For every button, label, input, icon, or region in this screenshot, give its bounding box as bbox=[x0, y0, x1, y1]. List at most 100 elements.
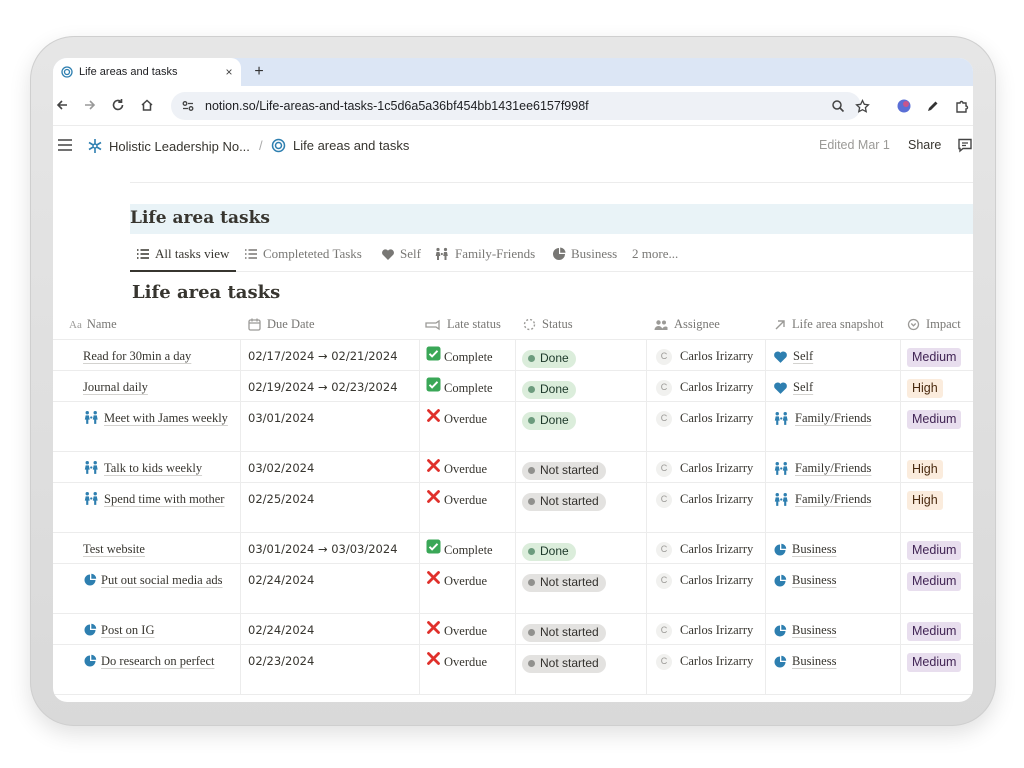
column-header-assignee[interactable]: Assignee bbox=[654, 317, 720, 332]
assignee-cell[interactable]: C Carlos Irizarry bbox=[656, 346, 753, 367]
assignee-cell[interactable]: C Carlos Irizarry bbox=[656, 539, 753, 560]
status-cell[interactable]: Done bbox=[522, 379, 576, 400]
close-icon[interactable]: × bbox=[221, 65, 237, 79]
table-row[interactable]: Talk to kids weekly 03/02/2024 Overdue Not … bbox=[53, 452, 973, 483]
profile-extension-icon[interactable] bbox=[895, 97, 913, 115]
status-badge[interactable]: Not started bbox=[522, 461, 606, 480]
tab-life-areas[interactable]: Life areas and tasks × bbox=[53, 58, 241, 86]
breadcrumb-parent[interactable]: Holistic Leadership No... bbox=[87, 138, 250, 154]
tab-completed-tasks[interactable]: Completeted Tasks bbox=[244, 246, 362, 262]
impact-cell[interactable]: Medium bbox=[907, 347, 962, 368]
column-header-life-area[interactable]: Life area snapshot bbox=[774, 317, 884, 332]
due-date-cell[interactable]: 02/17/2024 → 02/21/2024 bbox=[248, 346, 398, 367]
tab-business[interactable]: Business bbox=[552, 246, 617, 262]
task-name-cell[interactable]: Test website bbox=[83, 539, 243, 560]
table-row[interactable]: Post on IG 02/24/2024 Overdue Not started C C… bbox=[53, 614, 973, 645]
table-row[interactable]: Meet with James weekly 03/01/2024 Overdue D… bbox=[53, 402, 973, 452]
status-cell[interactable]: Not started bbox=[522, 622, 606, 643]
home-icon[interactable] bbox=[138, 96, 156, 114]
impact-cell[interactable]: High bbox=[907, 459, 943, 480]
task-name-cell[interactable]: Do research on perfect bbox=[83, 651, 243, 675]
impact-cell[interactable]: Medium bbox=[907, 621, 962, 642]
tab-self[interactable]: Self bbox=[381, 246, 421, 262]
column-header-impact[interactable]: Impact bbox=[907, 317, 961, 332]
back-arrow-icon[interactable] bbox=[53, 96, 71, 114]
pen-icon[interactable] bbox=[923, 97, 941, 115]
task-name-cell[interactable]: Spend time with mother bbox=[83, 489, 243, 513]
comment-icon[interactable] bbox=[957, 137, 973, 158]
share-button[interactable]: Share bbox=[908, 138, 941, 152]
life-area-cell[interactable]: Business bbox=[773, 539, 836, 560]
breadcrumb-current[interactable]: Life areas and tasks bbox=[271, 138, 409, 153]
edited-timestamp[interactable]: Edited Mar 1 bbox=[819, 138, 890, 152]
due-date-cell[interactable]: 02/19/2024 → 02/23/2024 bbox=[248, 377, 398, 398]
due-date-cell[interactable]: 02/23/2024 bbox=[248, 651, 314, 672]
tab-all-tasks-view[interactable]: All tasks view bbox=[136, 246, 229, 262]
impact-cell[interactable]: High bbox=[907, 490, 943, 511]
status-badge[interactable]: Done bbox=[522, 542, 576, 561]
column-header-late-status[interactable]: Late status bbox=[425, 317, 501, 332]
assignee-cell[interactable]: C Carlos Irizarry bbox=[656, 458, 753, 479]
status-cell[interactable]: Not started bbox=[522, 491, 606, 512]
task-name-cell[interactable]: Post on IG bbox=[83, 620, 243, 644]
zoom-icon[interactable] bbox=[829, 97, 847, 115]
status-cell[interactable]: Done bbox=[522, 410, 576, 431]
status-cell[interactable]: Not started bbox=[522, 572, 606, 593]
status-badge[interactable]: Done bbox=[522, 411, 576, 430]
new-tab-button[interactable]: + bbox=[249, 62, 269, 82]
status-cell[interactable]: Done bbox=[522, 348, 576, 369]
status-badge[interactable]: Done bbox=[522, 349, 576, 368]
due-date-cell[interactable]: 02/25/2024 bbox=[248, 489, 314, 510]
due-date-cell[interactable]: 03/01/2024 → 03/03/2024 bbox=[248, 539, 398, 560]
status-badge[interactable]: Not started bbox=[522, 492, 606, 511]
table-row[interactable]: Test website 03/01/2024 → 03/03/2024 Compl… bbox=[53, 533, 973, 564]
life-area-cell[interactable]: Family/Friends bbox=[773, 408, 871, 429]
column-header-name[interactable]: Aa Name bbox=[69, 317, 117, 332]
assignee-cell[interactable]: C Carlos Irizarry bbox=[656, 408, 753, 429]
url-input[interactable]: notion.so/Life-areas-and-tasks-1c5d6a5a3… bbox=[171, 92, 861, 120]
life-area-cell[interactable]: Business bbox=[773, 570, 836, 591]
assignee-cell[interactable]: C Carlos Irizarry bbox=[656, 651, 753, 672]
impact-cell[interactable]: Medium bbox=[907, 409, 962, 430]
column-header-status[interactable]: Status bbox=[523, 317, 573, 332]
due-date-cell[interactable]: 03/01/2024 bbox=[248, 408, 314, 429]
status-badge[interactable]: Not started bbox=[522, 654, 606, 673]
more-views-button[interactable]: 2 more... bbox=[632, 246, 678, 262]
task-name-cell[interactable]: Journal daily bbox=[83, 377, 243, 398]
impact-cell[interactable]: Medium bbox=[907, 540, 962, 561]
hamburger-menu-icon[interactable] bbox=[57, 138, 73, 157]
status-cell[interactable]: Not started bbox=[522, 653, 606, 674]
task-name-cell[interactable]: Put out social media ads bbox=[83, 570, 243, 594]
star-icon[interactable] bbox=[853, 97, 871, 115]
due-date-cell[interactable]: 02/24/2024 bbox=[248, 570, 314, 591]
table-row[interactable]: Do research on perfect 02/23/2024 Overdue N… bbox=[53, 645, 973, 695]
status-badge[interactable]: Not started bbox=[522, 573, 606, 592]
life-area-cell[interactable]: Self bbox=[773, 377, 813, 398]
life-area-cell[interactable]: Family/Friends bbox=[773, 458, 871, 479]
extensions-puzzle-icon[interactable] bbox=[952, 97, 970, 115]
life-area-cell[interactable]: Family/Friends bbox=[773, 489, 871, 510]
impact-cell[interactable]: Medium bbox=[907, 652, 962, 673]
reload-icon[interactable] bbox=[109, 96, 127, 114]
life-area-cell[interactable]: Business bbox=[773, 620, 836, 641]
status-cell[interactable]: Done bbox=[522, 541, 576, 562]
database-title[interactable]: Life area tasks bbox=[130, 208, 270, 228]
table-row[interactable]: Journal daily 02/19/2024 → 02/23/2024 Comp… bbox=[53, 371, 973, 402]
column-header-due-date[interactable]: Due Date bbox=[248, 317, 315, 332]
due-date-cell[interactable]: 02/24/2024 bbox=[248, 620, 314, 641]
assignee-cell[interactable]: C Carlos Irizarry bbox=[656, 377, 753, 398]
tab-family-friends[interactable]: Family-Friends bbox=[434, 246, 535, 262]
task-name-cell[interactable]: Meet with James weekly bbox=[83, 408, 243, 432]
status-badge[interactable]: Done bbox=[522, 380, 576, 399]
impact-cell[interactable]: Medium bbox=[907, 571, 962, 592]
impact-cell[interactable]: High bbox=[907, 378, 943, 399]
task-name-cell[interactable]: Talk to kids weekly bbox=[83, 458, 243, 482]
assignee-cell[interactable]: C Carlos Irizarry bbox=[656, 570, 753, 591]
due-date-cell[interactable]: 03/02/2024 bbox=[248, 458, 314, 479]
site-settings-icon[interactable] bbox=[181, 99, 195, 113]
table-row[interactable]: Read for 30min a day 02/17/2024 → 02/21/2… bbox=[53, 340, 973, 371]
life-area-cell[interactable]: Self bbox=[773, 346, 813, 367]
status-cell[interactable]: Not started bbox=[522, 460, 606, 481]
task-name-cell[interactable]: Read for 30min a day bbox=[83, 346, 243, 367]
life-area-cell[interactable]: Business bbox=[773, 651, 836, 672]
